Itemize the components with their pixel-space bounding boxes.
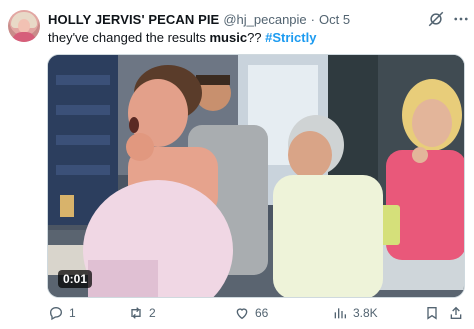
views-button[interactable]: 3.8K	[332, 305, 378, 321]
repost-count: 2	[149, 306, 156, 320]
tweet-text: they've changed the results music?? #Str…	[48, 30, 316, 45]
author-name[interactable]: HOLLY JERVIS' PECAN PIE	[48, 12, 219, 27]
action-bar: 1 2 66 3.8K	[48, 305, 466, 325]
repost-icon	[131, 307, 141, 319]
separator: ·	[310, 11, 315, 27]
bookmark-icon	[427, 307, 437, 320]
tweet-text-part: they've changed the results	[48, 30, 210, 45]
video-duration: 0:01	[58, 270, 93, 288]
tweet[interactable]: HOLLY JERVIS' PECAN PIE @hj_pecanpie · O…	[0, 0, 474, 329]
reply-count: 1	[69, 306, 76, 320]
timestamp[interactable]: Oct 5	[319, 12, 350, 27]
video-frame	[48, 55, 464, 297]
author-handle[interactable]: @hj_pecanpie	[223, 12, 306, 27]
like-count: 66	[255, 306, 269, 320]
like-button[interactable]: 66	[234, 305, 268, 321]
more-icon[interactable]	[452, 10, 470, 28]
repost-button[interactable]: 2	[128, 305, 156, 321]
hashtag-link[interactable]: #Strictly	[265, 30, 316, 45]
reply-button[interactable]: 1	[48, 305, 76, 321]
like-icon	[236, 308, 248, 320]
video-player[interactable]	[47, 54, 465, 298]
share-icon	[450, 306, 462, 319]
tweet-header: HOLLY JERVIS' PECAN PIE @hj_pecanpie · O…	[48, 10, 350, 28]
avatar[interactable]	[8, 10, 40, 42]
views-count: 3.8K	[353, 306, 378, 320]
tweet-text-part: ??	[247, 30, 266, 45]
tweet-text-bold: music	[209, 30, 248, 45]
views-icon	[334, 308, 346, 319]
bookmark-button[interactable]	[424, 305, 440, 321]
grok-icon[interactable]	[427, 10, 445, 28]
share-button[interactable]	[448, 305, 464, 321]
reply-icon	[49, 306, 63, 321]
